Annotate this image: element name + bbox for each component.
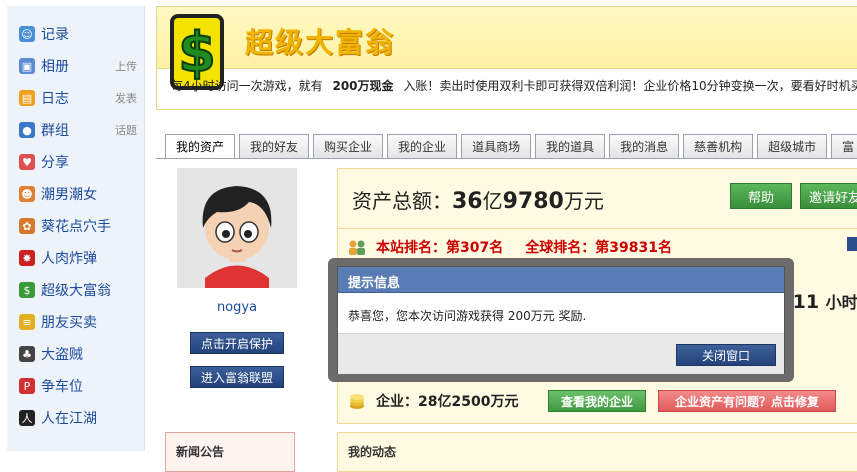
- sidebar-item-label: 人在江湖: [41, 411, 97, 427]
- tab-bar: 我的资产 我的好友 购买企业 我的企业 道具商场 我的道具 我的消息 慈善机构 …: [165, 134, 857, 158]
- sidebar-item-records[interactable]: ☺ 记录: [19, 22, 141, 46]
- tab-my-company[interactable]: 我的企业: [387, 134, 458, 158]
- parking-icon: P: [19, 378, 35, 394]
- sunflower-icon: ✿: [19, 218, 35, 234]
- total-assets: 资产总额：36亿9780万元: [352, 185, 604, 214]
- tab-charity[interactable]: 慈善机构: [683, 134, 754, 158]
- dialog-footer: 关闭窗口: [338, 333, 784, 374]
- sidebar-item-label: 葵花点穴手: [41, 219, 111, 235]
- close-window-button[interactable]: 关闭窗口: [676, 344, 776, 366]
- photo-album-icon: ▣: [19, 58, 35, 74]
- news-title: 新闻公告: [176, 445, 225, 459]
- dialog-title: 提示信息: [348, 276, 401, 291]
- sidebar-item-groups[interactable]: ● 群组 话题: [19, 118, 141, 142]
- tab-my-assets[interactable]: 我的资产: [165, 134, 236, 158]
- sidebar-item-label: 大盗贼: [41, 347, 83, 363]
- activity-panel: 我的动态: [337, 432, 857, 472]
- notice-text-rest: 入账！卖出时使用双利卡即可获得双倍利润！企业价格10分钟变换一次，要看好时机买: [403, 79, 857, 93]
- sidebar-item-album[interactable]: ▣ 相册 上传: [19, 54, 141, 78]
- total-assets-unit: 万元: [563, 189, 604, 213]
- activity-title: 我的动态: [348, 445, 397, 459]
- notebook-icon: ▤: [19, 90, 35, 106]
- sidebar-item-label: 记录: [41, 27, 69, 43]
- tab-divider: [156, 158, 857, 159]
- rank-row: 本站排名：第307名 全球排名：第39831名: [348, 237, 672, 257]
- page-title: 超级大富翁: [245, 26, 396, 59]
- sidebar-item-sunflower[interactable]: ✿ 葵花点穴手: [19, 214, 141, 238]
- sidebar-item-label: 朋友买卖: [41, 315, 97, 331]
- sidebar-item-label: 相册: [41, 59, 69, 75]
- dialog-title-bar: 提示信息: [338, 267, 784, 293]
- sidebar-item-blog[interactable]: ▤ 日志 发表: [19, 86, 141, 110]
- total-assets-tenthousands: 9780: [502, 189, 564, 214]
- info-dialog: 提示信息 恭喜您，您本次访问游戏获得 200万元 奖励. 关闭窗口: [328, 258, 794, 382]
- sidebar-item-label: 争车位: [41, 379, 83, 395]
- sidebar-item-bomb[interactable]: ✸ 人肉炸弹: [19, 246, 141, 270]
- asset-header: 资产总额：36亿9780万元 帮助 邀请好友: [338, 169, 857, 229]
- site-rank: 本站排名：第307名: [376, 240, 504, 256]
- global-rank: 全球排名：第39831名: [525, 240, 672, 256]
- people-rank-icon: [349, 240, 365, 255]
- help-button[interactable]: 帮助: [730, 183, 792, 209]
- people-icon: ☻: [19, 186, 35, 202]
- tab-my-items[interactable]: 我的道具: [535, 134, 606, 158]
- total-assets-label: 资产总额：: [352, 189, 452, 213]
- time-remaining: :11 小时: [785, 289, 857, 313]
- tab-item-shop[interactable]: 道具商场: [461, 134, 532, 158]
- total-assets-unit-billion: 亿: [482, 189, 503, 213]
- sidebar-item-label: 分享: [41, 155, 69, 171]
- tab-buy-company[interactable]: 购买企业: [313, 134, 384, 158]
- game-header: $ 超级大富翁 每4小时访问一次游戏，就有 200万现金 入账！卖出时使用双利卡…: [156, 6, 857, 110]
- tab-super-city[interactable]: 超级城市: [757, 134, 828, 158]
- bomb-icon: ✸: [19, 250, 35, 266]
- notice-text: 每4小时访问一次游戏，就有: [171, 79, 323, 93]
- fix-company-assets-button[interactable]: 企业资产有问题？点击修复: [658, 390, 836, 412]
- tab-my-messages[interactable]: 我的消息: [609, 134, 680, 158]
- tab-truncated[interactable]: 富: [831, 134, 857, 158]
- sidebar-item-jianghu[interactable]: 人 人在江湖: [19, 406, 141, 430]
- avatar: [177, 168, 297, 288]
- coins-icon: [350, 394, 364, 409]
- sidebar: ☺ 记录 ▣ 相册 上传 ▤ 日志 发表 ● 群组 话题 ♥ 分享 ☻ 潮男潮女…: [7, 6, 145, 451]
- sidebar-item-tycoon[interactable]: $ 超级大富翁: [19, 278, 141, 302]
- company-value: 企业：28亿2500万元: [376, 394, 519, 410]
- sidebar-item-friend-trade[interactable]: ≡ 朋友买卖: [19, 310, 141, 334]
- sidebar-item-label: 日志: [41, 91, 69, 107]
- topic-link[interactable]: 话题: [115, 122, 137, 138]
- view-my-company-button[interactable]: 查看我的企业: [548, 390, 646, 412]
- sidebar-item-label: 人肉炸弹: [41, 251, 97, 267]
- dialog-body: 提示信息 恭喜您，您本次访问游戏获得 200万元 奖励. 关闭窗口: [337, 266, 785, 374]
- swordsman-icon: 人: [19, 410, 35, 426]
- coins-icon: ≡: [19, 314, 35, 330]
- time-unit: 小时: [825, 293, 857, 312]
- avatar-illustration: [177, 168, 297, 288]
- enter-alliance-button[interactable]: 进入富翁联盟: [190, 366, 284, 388]
- side-marker: [847, 237, 857, 251]
- sidebar-item-trendy[interactable]: ☻ 潮男潮女: [19, 182, 141, 206]
- svg-text:$: $: [178, 21, 216, 84]
- sidebar-item-parking[interactable]: P 争车位: [19, 374, 141, 398]
- company-row: 企业：28亿2500万元: [348, 391, 518, 411]
- sidebar-item-thief[interactable]: ♣ 大盗贼: [19, 342, 141, 366]
- upload-link[interactable]: 上传: [115, 58, 137, 74]
- username-link[interactable]: nogya: [177, 300, 297, 315]
- news-panel: 新闻公告: [165, 432, 295, 472]
- total-assets-billions: 36: [452, 189, 483, 214]
- dollar-icon: $: [19, 282, 35, 298]
- sidebar-item-label: 群组: [41, 123, 69, 139]
- header-notice: 每4小时访问一次游戏，就有 200万现金 入账！卖出时使用双利卡即可获得双倍利润…: [171, 77, 857, 94]
- speech-bubble-icon: ☺: [19, 26, 35, 42]
- tab-my-friends[interactable]: 我的好友: [239, 134, 310, 158]
- group-icon: ●: [19, 122, 35, 138]
- dialog-message: 恭喜您，您本次访问游戏获得 200万元 奖励.: [348, 309, 587, 323]
- sidebar-item-label: 潮男潮女: [41, 187, 97, 203]
- notice-highlight: 200万现金: [332, 79, 394, 93]
- sidebar-item-share[interactable]: ♥ 分享: [19, 150, 141, 174]
- publish-link[interactable]: 发表: [115, 90, 137, 106]
- enable-protection-button[interactable]: 点击开启保护: [190, 332, 284, 354]
- sidebar-item-label: 超级大富翁: [41, 283, 111, 299]
- invite-friends-button[interactable]: 邀请好友: [800, 183, 857, 209]
- thief-icon: ♣: [19, 346, 35, 362]
- heart-share-icon: ♥: [19, 154, 35, 170]
